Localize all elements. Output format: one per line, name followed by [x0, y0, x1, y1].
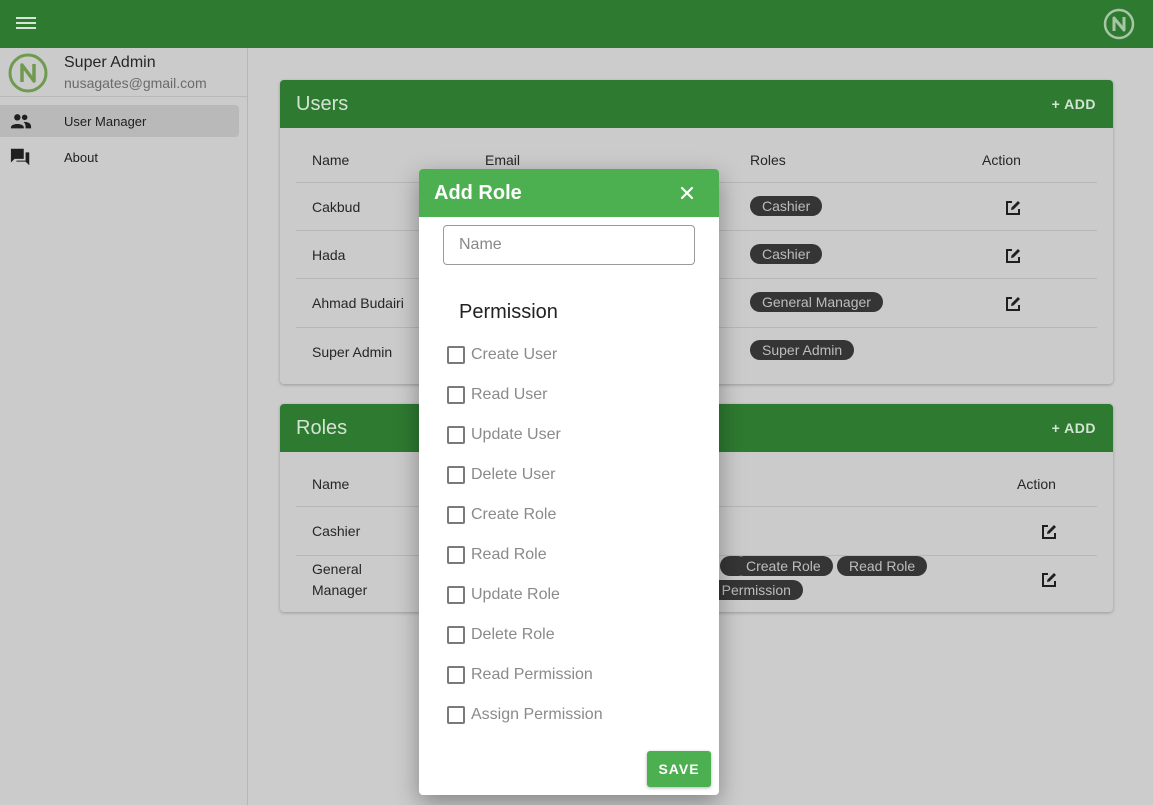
add-role-dialog: Add Role Permission Create User Read Use…	[419, 169, 719, 795]
checkbox[interactable]	[447, 706, 465, 724]
permission-label: Read User	[471, 386, 548, 403]
permission-title: Permission	[459, 301, 558, 323]
save-button[interactable]: SAVE	[647, 751, 711, 787]
permission-label: Create User	[471, 346, 558, 363]
role-name-input[interactable]	[443, 225, 695, 265]
dialog-title: Add Role	[434, 182, 522, 204]
permission-label: Assign Permission	[471, 706, 603, 723]
permission-label: Create Role	[471, 506, 557, 523]
checkbox[interactable]	[447, 626, 465, 644]
checkbox[interactable]	[447, 586, 465, 604]
permission-label: Read Role	[471, 546, 547, 563]
checkbox[interactable]	[447, 506, 465, 524]
checkbox[interactable]	[447, 346, 465, 364]
permission-label: Read Permission	[471, 666, 593, 683]
permission-label: Update User	[471, 426, 561, 443]
close-icon[interactable]	[677, 183, 697, 203]
checkbox[interactable]	[447, 426, 465, 444]
permission-label: Delete Role	[471, 626, 555, 643]
permission-label: Delete User	[471, 466, 556, 483]
checkbox[interactable]	[447, 546, 465, 564]
checkbox[interactable]	[447, 466, 465, 484]
checkbox[interactable]	[447, 386, 465, 404]
checkbox[interactable]	[447, 666, 465, 684]
permission-label: Update Role	[471, 586, 560, 603]
dialog-header: Add Role	[419, 169, 719, 217]
